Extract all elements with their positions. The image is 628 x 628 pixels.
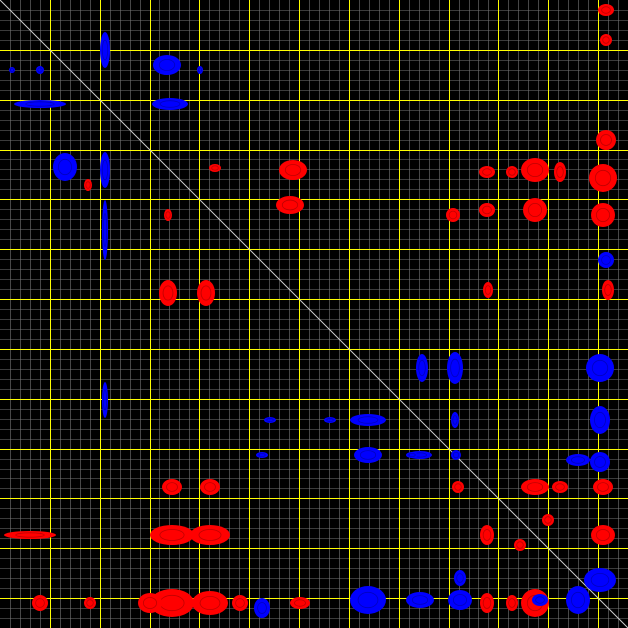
negative-peak [350,414,386,426]
negative-peak [451,450,461,460]
negative-peak [566,454,590,466]
negative-peak [451,412,459,428]
negative-peak [448,590,472,610]
positive-peak [150,525,194,545]
positive-peak [542,514,554,526]
positive-peak [279,160,307,180]
negative-peak [153,55,181,75]
negative-peak [264,417,276,423]
negative-peak [406,452,418,458]
negative-peak [416,354,428,382]
positive-peak [164,209,172,221]
negative-peak [350,586,386,614]
positive-peak [589,164,617,192]
negative-peak [197,66,203,74]
positive-peak [523,198,547,222]
negative-peak [598,252,614,268]
positive-peak [197,280,215,306]
positive-peak [276,196,304,214]
positive-peak [479,166,495,178]
positive-peak [521,158,549,182]
positive-peak [514,539,526,551]
positive-peak [506,166,518,178]
positive-peak [596,130,616,150]
positive-peak [554,162,566,182]
positive-peak [552,481,568,493]
negative-peak [152,98,188,110]
negative-peak [566,586,590,614]
negative-peak [324,417,336,423]
positive-peak [591,203,615,227]
positive-peak [290,597,310,609]
positive-peak [602,280,614,300]
positive-peak [480,593,494,613]
negative-peak [406,592,434,608]
positive-peak [483,282,493,298]
positive-peak [446,208,460,222]
negative-peak [53,153,77,181]
negative-peak [100,32,110,68]
positive-peak [192,591,228,615]
positive-peak [190,525,230,545]
positive-peak [162,479,182,495]
negative-peak [36,66,44,74]
positive-peak [138,593,162,613]
positive-peak [591,525,615,545]
positive-peak [32,595,48,611]
negative-peak [586,354,614,382]
positive-peak [480,525,494,545]
positive-peak [84,597,96,609]
negative-peak [454,570,466,586]
positive-peak [4,531,56,539]
spectrum-plot-canvas[interactable] [0,0,628,628]
negative-peak [9,67,15,73]
negative-peak [102,382,108,418]
positive-peak [598,4,614,16]
positive-peak [200,479,220,495]
negative-peak [590,452,610,472]
negative-peak [447,352,463,384]
negative-peak [256,452,268,458]
negative-peak [584,568,616,592]
negative-peak [590,406,610,434]
positive-peak [521,479,549,495]
negative-peak [14,100,66,108]
contour-plot[interactable] [0,0,628,628]
negative-peak [532,594,548,606]
positive-peak [506,595,518,611]
positive-peak [593,479,613,495]
positive-peak [452,481,464,493]
positive-peak [84,179,92,191]
negative-peak [354,447,382,463]
negative-peak [102,200,108,260]
positive-peak [232,595,248,611]
negative-peak [100,152,110,188]
positive-peak [479,203,495,217]
positive-peak [600,34,612,46]
negative-peak [254,598,270,618]
positive-peak [209,164,221,172]
positive-peak [159,280,177,306]
